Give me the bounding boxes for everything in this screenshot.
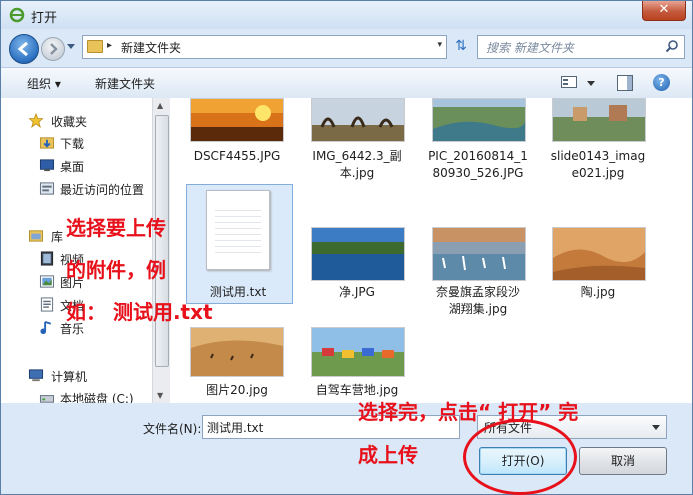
- local-disk-icon: [39, 395, 55, 403]
- file-thumbnail: [432, 98, 526, 142]
- sidebar-item-downloads[interactable]: 下载: [1, 133, 151, 153]
- sidebar-item-desktop[interactable]: 桌面: [1, 156, 151, 176]
- file-thumbnail: [190, 98, 284, 142]
- text-file-icon: [206, 190, 270, 270]
- file-name: 陶.jpg: [580, 285, 616, 299]
- scroll-up-icon[interactable]: ▲: [157, 101, 163, 110]
- organize-menu[interactable]: 组织 ▾: [27, 75, 61, 92]
- title-bar: 打开 ✕: [1, 1, 692, 29]
- chevron-down-icon: [652, 425, 660, 430]
- sidebar-item-label: 本地磁盘 (C:): [60, 392, 134, 403]
- new-folder-button[interactable]: 新建文件夹: [95, 75, 155, 92]
- address-bar[interactable]: ▸ 新建文件夹 ▾: [82, 35, 447, 59]
- sidebar-item-recent-places[interactable]: 最近访问的位置: [1, 179, 151, 199]
- file-name: 图片20.jpg: [206, 383, 268, 397]
- documents-library-icon: [40, 297, 54, 312]
- view-options-dropdown[interactable]: [587, 81, 595, 86]
- music-library-icon: [40, 320, 52, 335]
- file-thumbnail: [311, 227, 405, 281]
- file-name-line2: 80930_526.JPG: [432, 166, 524, 180]
- forward-arrow-icon: [50, 43, 58, 55]
- navigation-scrollbar[interactable]: ▲ ▼: [152, 98, 170, 403]
- file-name-line1: 奈曼旗孟家段沙: [435, 285, 520, 299]
- close-button[interactable]: ✕: [642, 1, 686, 21]
- back-button[interactable]: [9, 34, 39, 64]
- pictures-library-icon: [39, 275, 55, 288]
- refresh-icon: ⇅: [455, 38, 467, 54]
- file-name-line1: PIC_20160814_1: [428, 149, 528, 163]
- address-dropdown-icon[interactable]: ▾: [437, 40, 442, 50]
- file-name-line1: slide0143_imag: [550, 149, 646, 163]
- library-icon: [28, 230, 44, 242]
- file-thumbnail: [311, 98, 405, 142]
- annotation-line: 的附件，例: [66, 258, 166, 282]
- file-name: 自驾车营地.jpg: [315, 383, 399, 397]
- highlight-ellipse: [463, 419, 577, 495]
- preview-pane-icon[interactable]: [617, 75, 633, 91]
- sidebar-item-favorites[interactable]: 收藏夹: [1, 111, 151, 131]
- file-name-line2: 本.jpg: [339, 166, 375, 180]
- computer-icon: [28, 369, 44, 382]
- sidebar-item-label: 库: [51, 230, 64, 244]
- search-input[interactable]: 搜索 新建文件夹: [477, 35, 685, 59]
- sidebar-item-label: 下载: [60, 137, 85, 151]
- file-thumbnail: [311, 327, 405, 377]
- navigation-pane: 收藏夹 下载 桌面 最近访问的位置 库 视频 图片 文档 音乐 计算机 本地磁盘…: [1, 98, 152, 403]
- file-name: 净.JPG: [339, 285, 375, 299]
- breadcrumb-arrow-icon[interactable]: ▸: [107, 40, 112, 51]
- cancel-button[interactable]: 取消: [579, 447, 667, 475]
- sidebar-item-label: 桌面: [60, 160, 85, 174]
- navigation-bar: ▸ 新建文件夹 ▾ ⇅ 搜索 新建文件夹: [1, 31, 692, 65]
- annotation-line: 如： 测试用.txt: [66, 300, 213, 324]
- help-icon[interactable]: ?: [653, 74, 670, 91]
- file-thumbnail: [432, 227, 526, 281]
- file-name-line1: IMG_6442.3_副: [312, 149, 402, 163]
- file-thumbnail: [552, 98, 646, 142]
- file-thumbnail: [552, 227, 646, 281]
- search-icon[interactable]: [665, 39, 679, 53]
- refresh-button[interactable]: ⇅: [449, 35, 473, 57]
- window-title: 打开: [31, 11, 58, 26]
- file-thumbnail: [190, 327, 284, 377]
- annotation-line: 选择完，点击“ 打开” 完: [358, 400, 579, 424]
- dialog-footer: 文件名(N): 测试用.txt 所有文件 打开(O) 取消: [1, 403, 692, 494]
- recent-pages-dropdown[interactable]: [67, 44, 75, 49]
- folder-icon: [87, 40, 103, 53]
- sidebar-item-label: 最近访问的位置: [60, 183, 145, 197]
- breadcrumb[interactable]: 新建文件夹: [121, 39, 181, 56]
- filename-value: 测试用.txt: [207, 421, 264, 435]
- forward-button[interactable]: [41, 37, 65, 61]
- scroll-down-icon[interactable]: ▼: [157, 391, 163, 400]
- file-name-line2: 湖翔集.jpg: [448, 302, 508, 316]
- annotation-line: 成上传: [358, 443, 418, 467]
- back-arrow-icon: [17, 41, 28, 57]
- close-icon: ✕: [658, 2, 670, 17]
- sidebar-item-label: 计算机: [51, 370, 88, 384]
- star-icon: [28, 113, 44, 128]
- download-folder-icon: [39, 137, 55, 149]
- file-name-line2: e021.jpg: [571, 166, 625, 180]
- internet-explorer-icon: [9, 7, 25, 23]
- annotation-line: 选择要上传: [66, 216, 166, 240]
- desktop-icon: [39, 159, 55, 172]
- file-list: DSCF4455.JPG IMG_6442.3_副 本.jpg PIC_2016…: [170, 98, 692, 403]
- sidebar-item-label: 收藏夹: [51, 115, 88, 129]
- open-file-dialog: 打开 ✕ ▸ 新建文件夹 ▾ ⇅ 搜索 新建文件夹 组织 ▾ 新建文件夹 ? 收…: [0, 0, 693, 495]
- filename-label: 文件名(N):: [143, 422, 202, 436]
- sidebar-item-computer[interactable]: 计算机: [1, 366, 151, 386]
- video-library-icon: [40, 251, 54, 266]
- change-view-icon[interactable]: [561, 76, 577, 88]
- file-name: DSCF4455.JPG: [193, 149, 281, 163]
- sidebar-item-local-disk[interactable]: 本地磁盘 (C:): [1, 388, 151, 403]
- command-toolbar: 组织 ▾ 新建文件夹 ?: [1, 67, 692, 99]
- recent-places-icon: [39, 182, 55, 195]
- search-placeholder: 搜索 新建文件夹: [486, 41, 574, 55]
